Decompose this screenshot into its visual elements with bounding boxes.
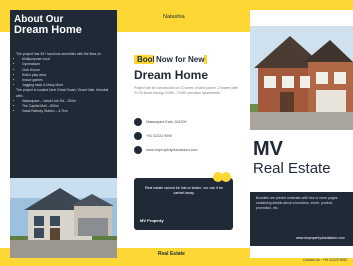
house-photo-left xyxy=(10,178,117,258)
mv-logo-text: MV xyxy=(253,138,283,160)
book-now-heading: BookNow for New xyxy=(134,55,208,64)
contact-us-text: Contact Us : +91 02223 9090 xyxy=(303,258,348,262)
footer-real-estate-label: Real Estate xyxy=(158,251,185,257)
house-photo-right-image xyxy=(250,26,353,130)
location-item: Vasai Railway Station – 4.7km xyxy=(22,109,114,114)
house-photo-left-image xyxy=(10,178,117,258)
quote-author: MV Property xyxy=(140,218,164,223)
contact-website-text[interactable]: www.mvpropertyduedadorn.com xyxy=(146,148,198,152)
amenities-text: The project has 30+ luxurious amenities … xyxy=(16,52,114,114)
brand-name: Natashia xyxy=(163,14,185,20)
house-photo-right xyxy=(250,26,353,130)
contact-address-text: Nalasopara East, 401209 xyxy=(146,120,187,124)
left-panel: About Our Dream Home The project has 30+… xyxy=(10,10,117,258)
book-now-rest: Now for New xyxy=(154,55,205,64)
year-label: 2024 xyxy=(98,14,112,20)
web-icon xyxy=(134,146,142,154)
quote-text: Real estate cannot be lost or stolen, no… xyxy=(144,186,224,196)
contact-phone-text: +91 02223 9090 xyxy=(146,134,173,138)
contact-phone: +91 02223 9090 xyxy=(134,132,244,142)
brochure-page: About Our Dream Home The project has 30+… xyxy=(0,0,353,266)
quote-marks-icon xyxy=(213,172,231,182)
phone-icon xyxy=(134,132,142,140)
location-icon xyxy=(134,118,142,126)
contact-website[interactable]: www.mvpropertyduedadorn.com xyxy=(134,146,244,156)
dream-home-heading: Dream Home xyxy=(134,68,209,82)
amenities-list: Multipurpose court Gymnasium Club House … xyxy=(16,57,114,88)
about-title-line2: Dream Home xyxy=(14,24,82,36)
location-intro: The project is located Next Great Smart,… xyxy=(16,88,109,98)
right-website[interactable]: www.mvpropertyduedadorn.com xyxy=(296,236,345,240)
real-estate-heading: Real Estate xyxy=(253,160,331,177)
location-list: Nalasopara – Vasai Link Rd – 300m The Ca… xyxy=(16,99,114,115)
contact-address: Nalasopara East, 401209 xyxy=(134,118,244,128)
project-description: Project will be constructed on 10 acres … xyxy=(134,86,239,95)
right-info-text: Booklets are printed materials with four… xyxy=(256,196,338,210)
